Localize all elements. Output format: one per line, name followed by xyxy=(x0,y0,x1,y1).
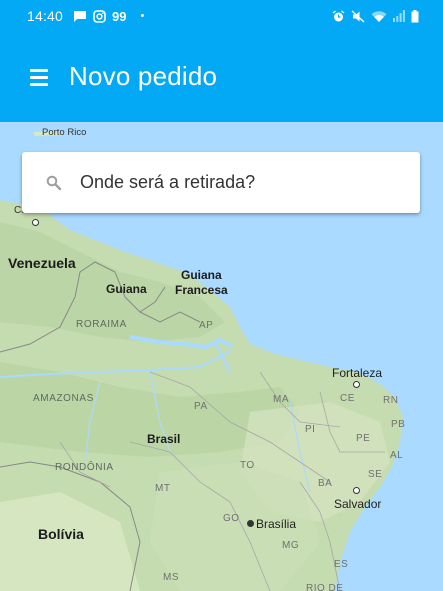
map-label-ap: AP xyxy=(199,320,214,331)
map-label-guiana-francesa-2: Francesa xyxy=(175,283,228,297)
menu-button[interactable] xyxy=(28,67,54,87)
map-label-es: ES xyxy=(334,559,349,570)
search-icon xyxy=(46,175,62,191)
map-label-ba: BA xyxy=(318,478,333,489)
map-label-al: AL xyxy=(390,450,404,461)
map-label-rn: RN xyxy=(383,395,399,406)
map-label-pe: PE xyxy=(356,433,371,444)
status-system-icons xyxy=(332,8,419,24)
map-label-ce: CE xyxy=(340,393,355,404)
map-label-guiana-francesa-1: Guiana xyxy=(181,268,222,282)
map-label-ms: MS xyxy=(163,572,179,583)
map-label-rio: RIO DE xyxy=(306,583,344,591)
map-label-fortaleza: Fortaleza xyxy=(332,366,383,380)
map-label-pa: PA xyxy=(194,401,208,412)
map-label-venezuela: Venezuela xyxy=(8,255,76,271)
pickup-search-field[interactable]: Onde será a retirada? xyxy=(22,152,420,213)
map-label-rondonia: RONDÔNIA xyxy=(55,462,114,473)
map-label-se: SE xyxy=(368,469,383,480)
app-bar: Novo pedido xyxy=(0,32,443,122)
battery-icon xyxy=(411,9,419,22)
map-label-pb: PB xyxy=(391,419,406,430)
map-label-go: GO xyxy=(223,513,240,524)
map-label-guiana: Guiana xyxy=(106,282,147,296)
map-label-porto-rico: Porto Rico xyxy=(42,127,87,138)
brasilia-dot xyxy=(247,520,254,527)
status-time: 14:40 xyxy=(27,8,64,24)
status-notifications: 99 • xyxy=(73,8,144,24)
mute-icon xyxy=(351,9,365,23)
signal-icon xyxy=(393,10,405,22)
map-label-to: TO xyxy=(240,460,255,471)
map-label-salvador: Salvador xyxy=(334,497,382,511)
alarm-icon xyxy=(332,9,345,21)
map-label-roraima: RORAIMA xyxy=(76,319,127,330)
menu-icon xyxy=(30,69,48,72)
pickup-search-placeholder: Onde será a retirada? xyxy=(80,172,256,192)
fortaleza-dot xyxy=(353,381,360,388)
wifi-icon xyxy=(371,10,387,22)
more-notifications-dot: • xyxy=(140,10,145,22)
map-label-brasilia: Brasília xyxy=(256,517,297,531)
map-label-pi: PI xyxy=(305,424,316,435)
instagram-icon xyxy=(93,9,106,23)
map-label-brasil: Brasil xyxy=(147,432,181,446)
salvador-dot xyxy=(353,487,360,494)
status-bar: 14:40 99 • xyxy=(0,0,443,32)
page-title: Novo pedido xyxy=(69,61,218,91)
map-label-bolivia: Bolívia xyxy=(38,526,84,542)
map-label-mg: MG xyxy=(282,540,300,551)
notification-count: 99 xyxy=(112,8,127,24)
message-icon xyxy=(74,10,86,22)
map-label-ma: MA xyxy=(273,394,289,405)
caracas-dot xyxy=(32,219,39,226)
map-label-mt: MT xyxy=(155,483,171,494)
map-label-amazonas: AMAZONAS xyxy=(33,393,94,404)
